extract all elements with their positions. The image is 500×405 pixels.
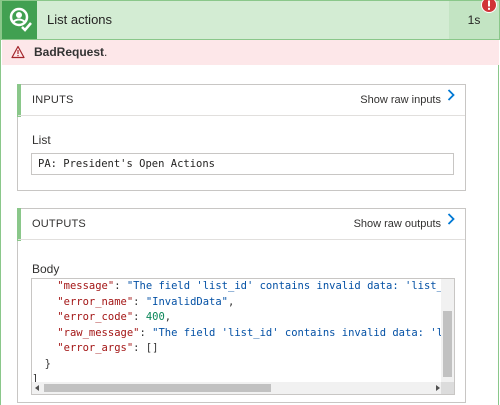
- scrollbar-thumb[interactable]: [443, 311, 452, 377]
- code-token: "error_code": [57, 311, 134, 323]
- code-token: "The field 'list_id' contains invalid da…: [126, 280, 442, 292]
- code-token: ,: [164, 311, 172, 323]
- list-field-label: List: [32, 133, 51, 147]
- show-raw-outputs-link[interactable]: Show raw outputs: [354, 209, 455, 240]
- chevron-right-icon: [447, 207, 455, 238]
- show-raw-outputs-label: Show raw outputs: [353, 218, 441, 230]
- code-line: "error_code": 400,: [32, 310, 442, 326]
- code-token: : []: [133, 342, 159, 354]
- code-token: 400: [145, 311, 165, 323]
- scrollbar-thumb[interactable]: [44, 384, 271, 392]
- code-line: }: [32, 357, 442, 373]
- body-code-viewer[interactable]: "message": "The field 'list_id' contains…: [31, 278, 455, 395]
- code-token: :: [133, 295, 146, 308]
- scrollbar-corner: [441, 382, 454, 394]
- body-field-label: Body: [32, 262, 60, 276]
- code-token: "raw_message": [57, 326, 140, 339]
- code-token: :: [139, 326, 153, 339]
- code-line: "error_name": "InvalidData",: [32, 295, 442, 311]
- error-message: BadRequest.: [34, 40, 107, 65]
- action-card: List actions 1s BadRequest. INPUTS Show …: [0, 0, 500, 405]
- code-line: "message": "The field 'list_id' contains…: [32, 279, 442, 295]
- error-banner: BadRequest.: [2, 40, 499, 65]
- code-token: "The field 'list_id' contains invalid da…: [152, 326, 442, 339]
- inputs-title: INPUTS: [32, 94, 74, 106]
- code-token: :: [114, 280, 127, 292]
- error-status-icon: [481, 0, 497, 13]
- error-code-label: BadRequest: [34, 45, 105, 59]
- show-raw-inputs-label: Show raw inputs: [360, 94, 441, 106]
- code-token: "InvalidData": [145, 295, 228, 308]
- code-token: "error_name": [57, 295, 134, 308]
- outputs-header: OUTPUTS Show raw outputs: [18, 209, 465, 240]
- code-line: "raw_message": "The field 'list_id' cont…: [32, 326, 442, 342]
- scroll-left-icon[interactable]: [35, 385, 39, 391]
- body-json-content: "message": "The field 'list_id' contains…: [32, 279, 442, 383]
- outputs-section: OUTPUTS Show raw outputs Body "message":…: [17, 208, 466, 403]
- code-token: ,: [228, 295, 235, 308]
- horizontal-scrollbar[interactable]: [32, 382, 443, 394]
- action-header[interactable]: List actions 1s: [1, 0, 500, 40]
- list-field-value: PA: President's Open Actions: [31, 153, 454, 175]
- code-token: "message": [57, 280, 115, 292]
- error-suffix: .: [104, 45, 108, 59]
- chevron-right-icon: [447, 83, 455, 114]
- action-title: List actions: [47, 12, 113, 27]
- show-raw-inputs-link[interactable]: Show raw inputs: [360, 85, 455, 116]
- outputs-title: OUTPUTS: [32, 218, 86, 230]
- code-token: }: [32, 357, 51, 370]
- inputs-header: INPUTS Show raw inputs: [18, 85, 465, 116]
- code-token: "error_args": [57, 342, 134, 354]
- code-line: "error_args": []: [32, 341, 442, 357]
- scroll-right-icon[interactable]: [436, 385, 440, 391]
- check-person-icon: [2, 1, 37, 39]
- inputs-section: INPUTS Show raw inputs List PA: Presiden…: [17, 84, 466, 191]
- code-token: :: [133, 311, 146, 323]
- vertical-scrollbar[interactable]: [441, 279, 454, 383]
- warning-triangle-icon: [11, 45, 25, 62]
